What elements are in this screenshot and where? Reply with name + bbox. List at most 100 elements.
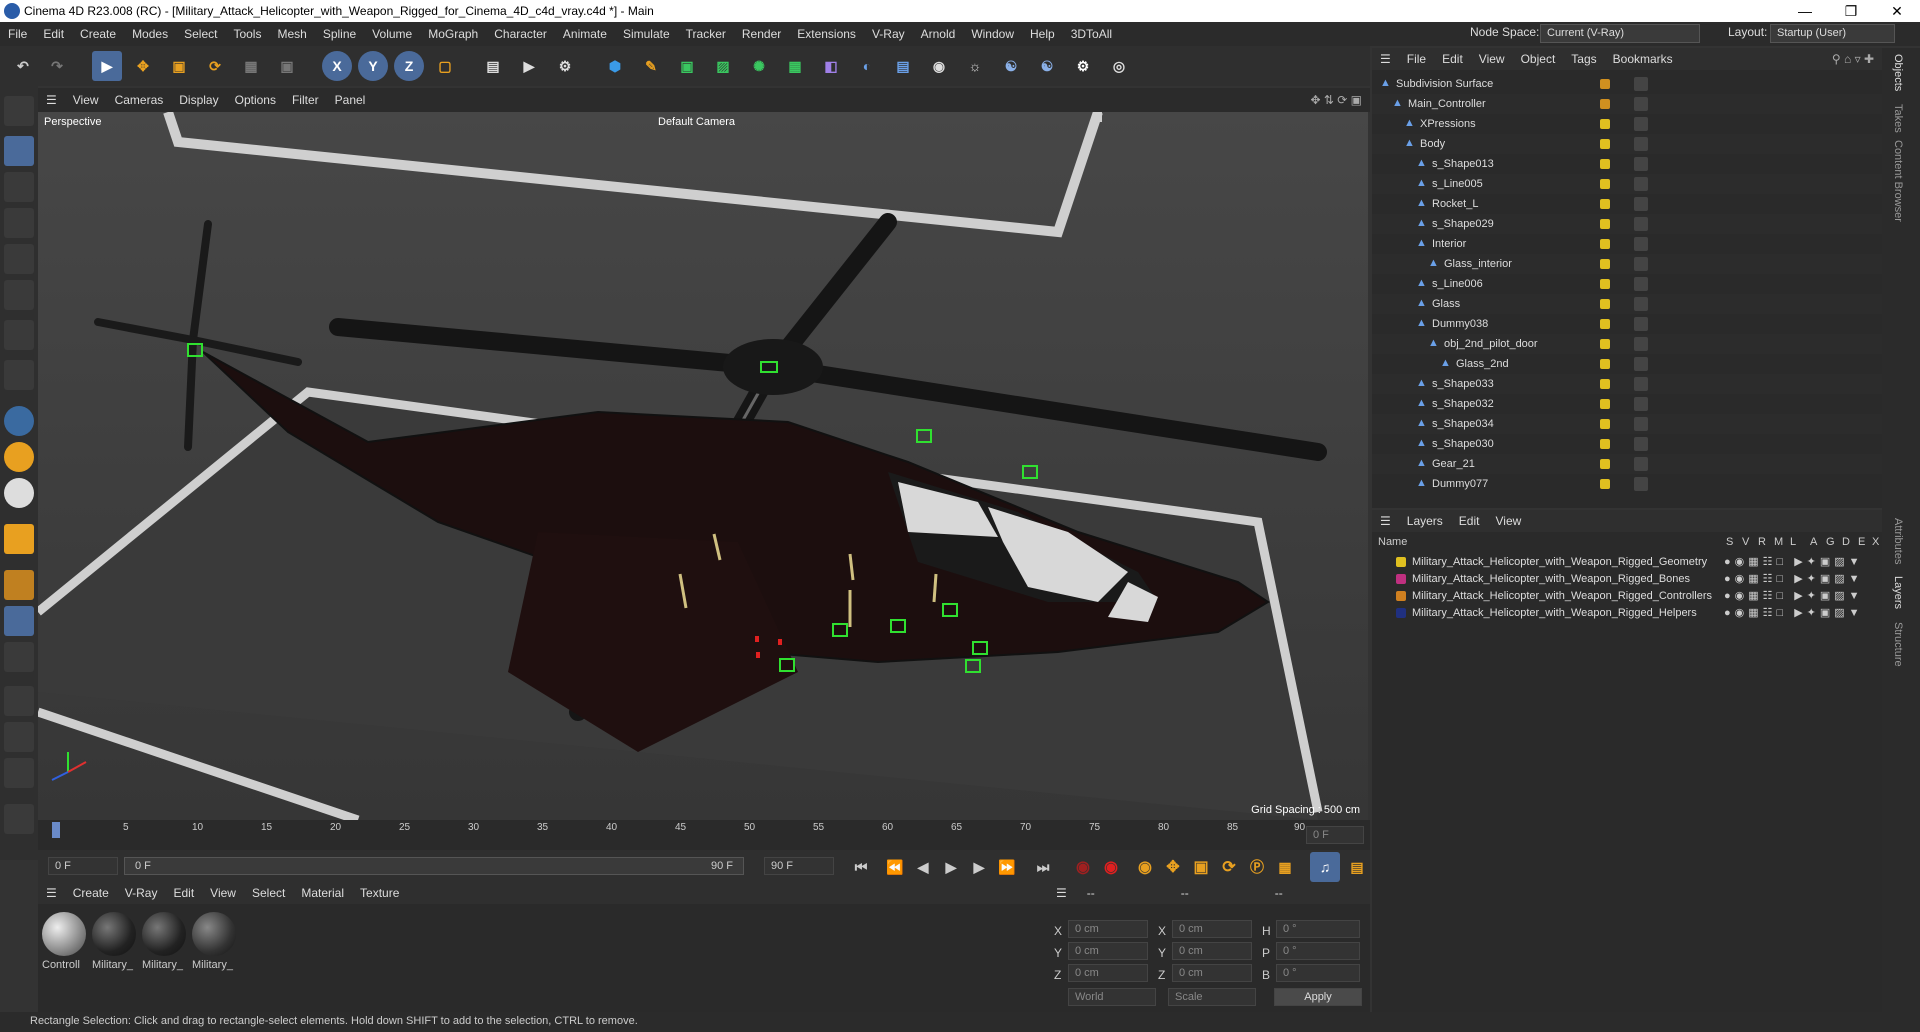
material-tag-icon[interactable]: [1634, 337, 1648, 351]
axis-mode-icon[interactable]: [4, 360, 34, 390]
snap-icon[interactable]: [4, 406, 34, 436]
hamburger-icon[interactable]: ☰: [1372, 514, 1399, 528]
material-tag-icon[interactable]: [1634, 97, 1648, 111]
material-tag-icon[interactable]: [1634, 157, 1648, 171]
objects-menu-file[interactable]: File: [1399, 52, 1434, 66]
object-row[interactable]: ▲ Main_Controller: [1372, 94, 1882, 114]
key-position-icon[interactable]: ✥: [1158, 852, 1188, 882]
coord-x-size[interactable]: 0 cm: [1172, 920, 1252, 938]
material-tag-icon[interactable]: [1634, 137, 1648, 151]
layer-toggle-icons[interactable]: ●◉▦☷□ ▶✦▣▨▼: [1724, 589, 1864, 602]
menu-simulate[interactable]: Simulate: [615, 27, 678, 41]
subdivision-icon[interactable]: ▣: [672, 51, 702, 81]
joint-tool-icon[interactable]: [4, 722, 34, 752]
key-pla-icon[interactable]: ▦: [1270, 852, 1300, 882]
object-row[interactable]: ▲ s_Shape013: [1372, 154, 1882, 174]
layer-color-swatch[interactable]: [1600, 199, 1610, 209]
hamburger-icon[interactable]: ☰: [1048, 886, 1075, 900]
material-menu-texture[interactable]: Texture: [352, 886, 407, 900]
object-row[interactable]: ▲ s_Shape030: [1372, 434, 1882, 454]
extrude-icon[interactable]: ▨: [708, 51, 738, 81]
layers-col-s[interactable]: S: [1726, 536, 1733, 548]
layers-menu-layers[interactable]: Layers: [1399, 514, 1451, 528]
layer-row[interactable]: Military_Attack_Helicopter_with_Weapon_R…: [1372, 554, 1882, 571]
timeline-window-icon[interactable]: ▤: [1342, 852, 1372, 882]
layer-color-swatch[interactable]: [1600, 79, 1610, 89]
start-frame-field[interactable]: 0 F: [48, 857, 118, 875]
material-menu-edit[interactable]: Edit: [165, 886, 202, 900]
model-mode-icon[interactable]: [4, 136, 34, 166]
layer-color-swatch[interactable]: [1600, 459, 1610, 469]
material-tag-icon[interactable]: [1634, 457, 1648, 471]
tab-layers[interactable]: Layers: [1892, 576, 1904, 609]
key-rotation-icon[interactable]: ⟳: [1214, 852, 1244, 882]
live-select-icon[interactable]: ▣: [272, 51, 302, 81]
layers-col-x[interactable]: X: [1872, 536, 1879, 548]
layer-color-swatch[interactable]: [1600, 419, 1610, 429]
object-row[interactable]: ▲ XPressions: [1372, 114, 1882, 134]
layer-color-swatch[interactable]: [1600, 139, 1610, 149]
material-tag-icon[interactable]: [1634, 357, 1648, 371]
hamburger-icon[interactable]: ☰: [38, 93, 65, 107]
hamburger-icon[interactable]: ☰: [1372, 52, 1399, 66]
object-row[interactable]: ▲ Dummy077: [1372, 474, 1882, 494]
layer-row[interactable]: Military_Attack_Helicopter_with_Weapon_R…: [1372, 571, 1882, 588]
material-tag-icon[interactable]: [1634, 257, 1648, 271]
go-to-end-icon[interactable]: ⏭: [1028, 852, 1058, 882]
material-menu-vray[interactable]: V-Ray: [117, 886, 166, 900]
material-menu-view[interactable]: View: [202, 886, 244, 900]
menu-arnold[interactable]: Arnold: [913, 27, 964, 41]
object-row[interactable]: ▲ s_Shape034: [1372, 414, 1882, 434]
tab-structure[interactable]: Structure: [1892, 622, 1904, 667]
material-tag-icon[interactable]: [1634, 377, 1648, 391]
motion-system-icon[interactable]: ♫: [1310, 852, 1340, 882]
object-row[interactable]: ▲ Gear_21: [1372, 454, 1882, 474]
sculpt-icon[interactable]: [4, 804, 34, 834]
floor-icon[interactable]: ▤: [888, 51, 918, 81]
undo-icon[interactable]: ↶: [8, 51, 38, 81]
camera-label[interactable]: Default Camera: [658, 116, 735, 128]
viewport-menu-view[interactable]: View: [65, 93, 107, 107]
render-view-icon[interactable]: ▤: [478, 51, 508, 81]
layer-color-swatch[interactable]: [1396, 608, 1406, 618]
paint-weights-icon[interactable]: [4, 758, 34, 788]
layer-color-swatch[interactable]: [1600, 479, 1610, 489]
coord-z-size[interactable]: 0 cm: [1172, 964, 1252, 982]
layer-color-swatch[interactable]: [1600, 259, 1610, 269]
python-script-icon[interactable]: ☯: [1032, 51, 1062, 81]
cloner-icon[interactable]: ▦: [780, 51, 810, 81]
material-tag-icon[interactable]: [1634, 237, 1648, 251]
layers-col-g[interactable]: G: [1826, 536, 1835, 548]
layer-row[interactable]: Military_Attack_Helicopter_with_Weapon_R…: [1372, 588, 1882, 605]
object-row[interactable]: ▲ Glass_interior: [1372, 254, 1882, 274]
settings-gear-icon[interactable]: ⚙: [1068, 51, 1098, 81]
coord-p-rotation[interactable]: 0 °: [1276, 942, 1360, 960]
menu-mesh[interactable]: Mesh: [269, 27, 314, 41]
object-row[interactable]: ▲ obj_2nd_pilot_door: [1372, 334, 1882, 354]
material-swatch[interactable]: [192, 912, 236, 956]
tab-objects[interactable]: Objects: [1892, 54, 1904, 91]
web-globe-icon[interactable]: ◎: [1104, 51, 1134, 81]
camera-icon[interactable]: ◉: [924, 51, 954, 81]
quantize-icon[interactable]: [4, 478, 34, 508]
layer-color-swatch[interactable]: [1600, 299, 1610, 309]
search-icon[interactable]: ⚲ ⌂ ▿ ✚: [1824, 52, 1882, 66]
layers-col-d[interactable]: D: [1842, 536, 1850, 548]
object-row[interactable]: ▲ Glass: [1372, 294, 1882, 314]
bone-tool-icon[interactable]: [4, 686, 34, 716]
make-editable-icon[interactable]: [4, 96, 34, 126]
menu-window[interactable]: Window: [963, 27, 1022, 41]
layer-color-swatch[interactable]: [1396, 557, 1406, 567]
layer-color-swatch[interactable]: [1600, 119, 1610, 129]
menu-file[interactable]: File: [0, 27, 35, 41]
deformer-icon[interactable]: ◧: [816, 51, 846, 81]
end-frame-field[interactable]: 90 F: [764, 857, 834, 875]
coord-b-rotation[interactable]: 0 °: [1276, 964, 1360, 982]
close-icon[interactable]: ✕: [1874, 3, 1920, 20]
play-icon[interactable]: ▶: [936, 852, 966, 882]
object-row[interactable]: ▲ Subdivision Surface: [1372, 74, 1882, 94]
light-icon[interactable]: ☼: [960, 51, 990, 81]
layer-color-swatch[interactable]: [1600, 399, 1610, 409]
menu-render[interactable]: Render: [734, 27, 789, 41]
layers-col-l[interactable]: L: [1790, 536, 1796, 548]
